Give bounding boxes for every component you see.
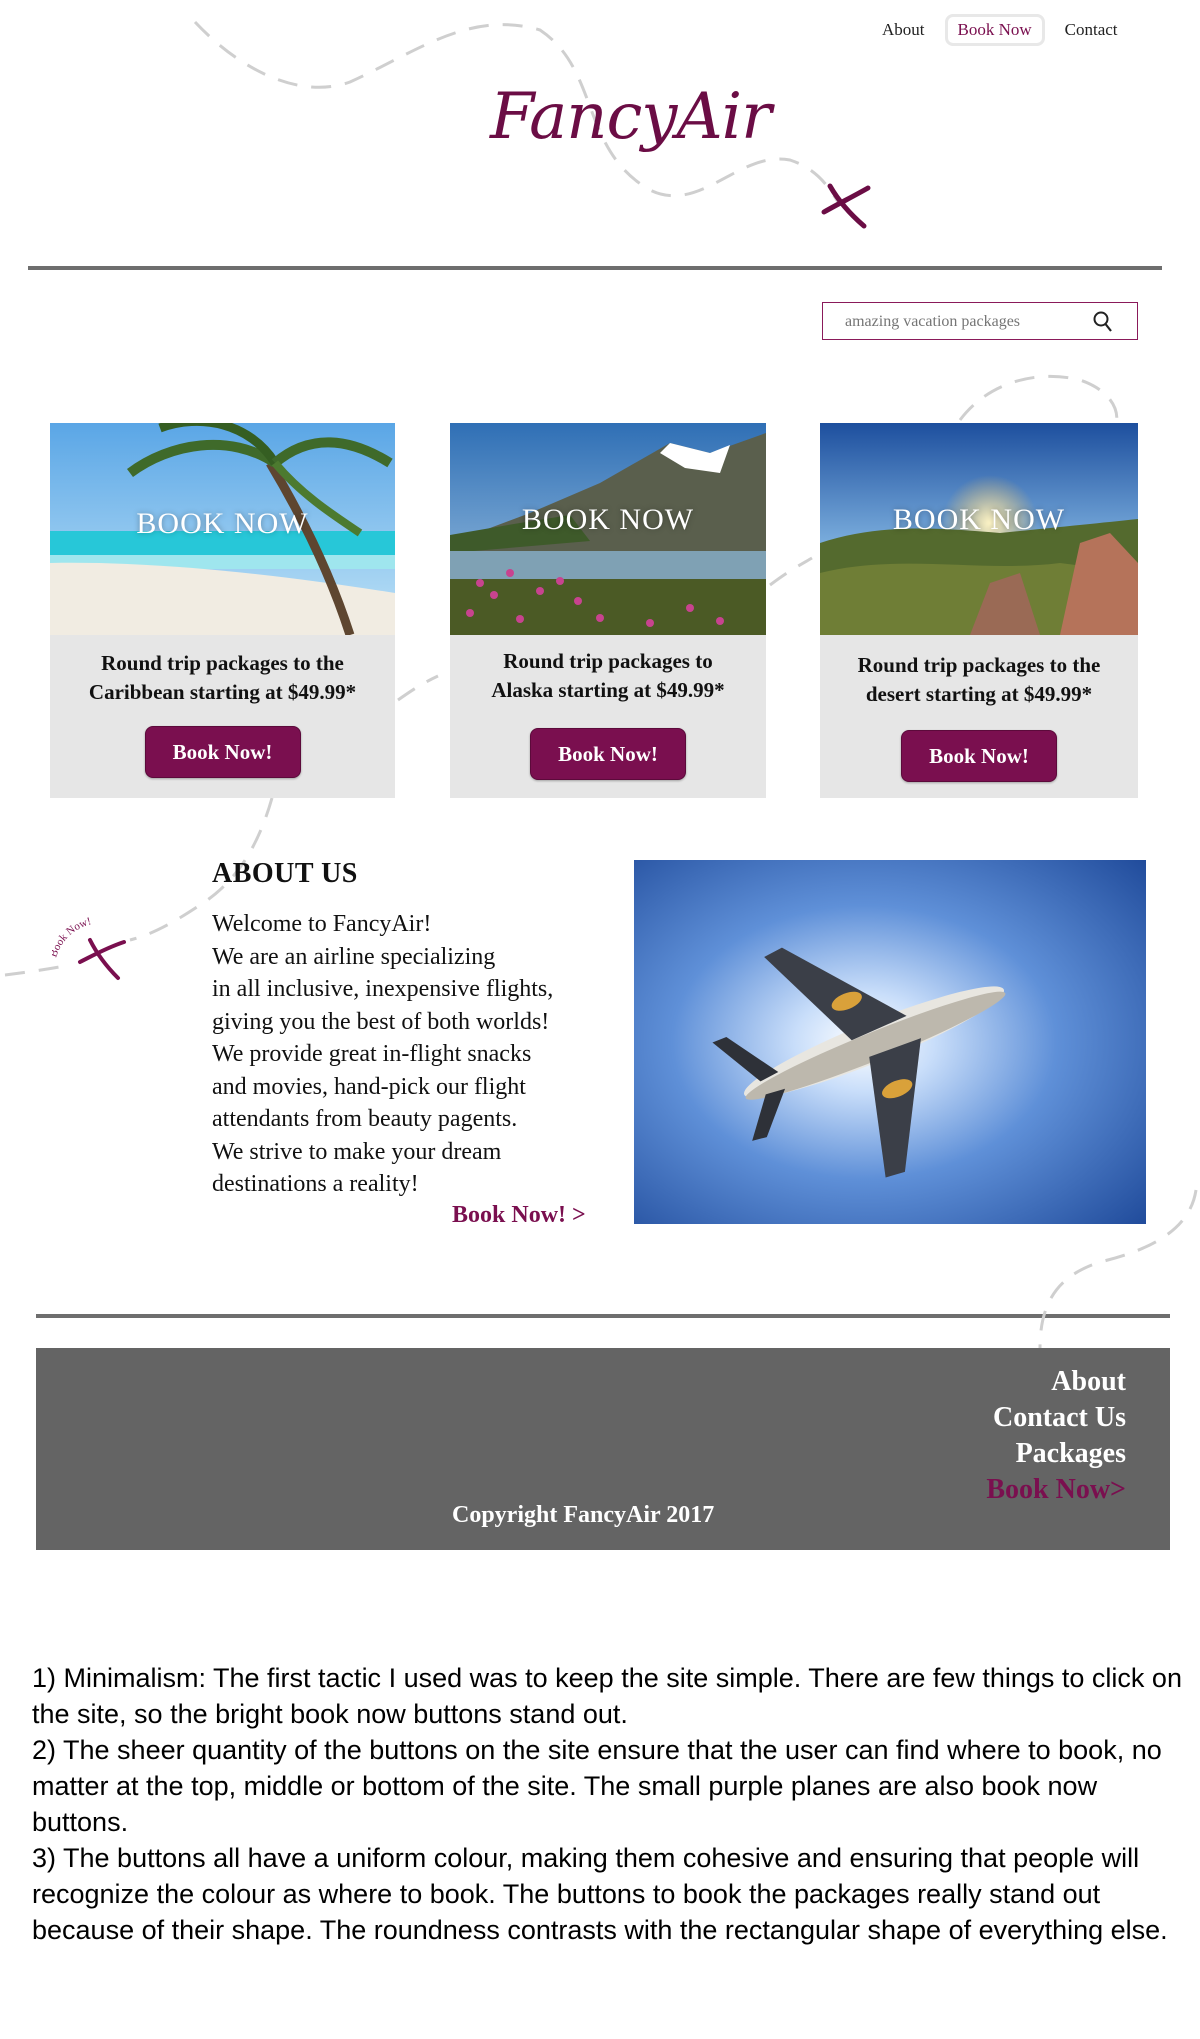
footer-divider: [36, 1314, 1170, 1318]
package-overlay-label[interactable]: BOOK NOW: [50, 507, 395, 541]
footer-links: About Contact Us Packages Book Now>: [986, 1364, 1126, 1508]
about-us-text: Welcome to FancyAir! We are an airline s…: [212, 911, 554, 1197]
package-card-caribbean: BOOK NOW Round trip packages to the Cari…: [50, 423, 395, 798]
package-overlay-label[interactable]: BOOK NOW: [450, 503, 766, 537]
about-us-heading: ABOUT US: [212, 858, 358, 889]
package-description: Round trip packages to the Caribbean sta…: [88, 651, 357, 704]
package-card-desert: BOOK NOW Round trip packages to the dese…: [820, 423, 1138, 798]
desert-book-now-button[interactable]: Book Now!: [901, 730, 1057, 782]
design-notes: 1) Minimalism: The first tactic I used w…: [32, 1660, 1182, 1948]
top-nav: About Book Now Contact: [868, 14, 1132, 46]
about-book-now-link[interactable]: Book Now! >: [452, 1202, 586, 1229]
note-3: 3) The buttons all have a uniform colour…: [32, 1843, 1168, 1945]
alaska-book-now-button[interactable]: Book Now!: [530, 728, 686, 780]
airplane-photo: [634, 860, 1146, 1224]
logo[interactable]: FancyAir: [490, 80, 772, 154]
footer-packages-link[interactable]: Packages: [986, 1436, 1126, 1472]
copyright-text: Copyright FancyAir 2017: [452, 1502, 715, 1528]
nav-about-link[interactable]: About: [868, 14, 939, 46]
package-card-alaska: BOOK NOW Round trip packages to Alaska s…: [450, 423, 766, 798]
note-1: 1) Minimalism: The first tactic I used w…: [32, 1663, 1182, 1729]
search-box: [822, 302, 1138, 340]
search-icon[interactable]: [1093, 311, 1113, 338]
header-divider: [28, 266, 1162, 270]
package-overlay-label[interactable]: BOOK NOW: [820, 503, 1138, 537]
package-description: Round trip packages to the desert starti…: [857, 653, 1101, 706]
desert-photo[interactable]: BOOK NOW: [820, 423, 1138, 635]
footer: About Contact Us Packages Book Now> Copy…: [36, 1348, 1170, 1550]
footer-about-link[interactable]: About: [986, 1364, 1126, 1400]
footer-contact-link[interactable]: Contact Us: [986, 1400, 1126, 1436]
caribbean-book-now-button[interactable]: Book Now!: [144, 726, 301, 778]
nav-book-now-button[interactable]: Book Now: [944, 14, 1045, 46]
nav-contact-link[interactable]: Contact: [1051, 14, 1132, 46]
plane-icon[interactable]: [820, 182, 872, 235]
svg-text:Book Now!: Book Now!: [52, 915, 93, 959]
package-description: Round trip packages to Alaska starting a…: [491, 649, 725, 702]
alaska-photo[interactable]: BOOK NOW: [450, 423, 766, 635]
footer-book-now-link[interactable]: Book Now>: [986, 1472, 1126, 1508]
small-plane-book-now-button[interactable]: Book Now!: [47, 912, 132, 989]
note-2: 2) The sheer quantity of the buttons on …: [32, 1735, 1162, 1837]
search-input[interactable]: [843, 309, 1087, 335]
small-plane-label: Book Now!: [47, 915, 92, 959]
caribbean-photo[interactable]: BOOK NOW: [50, 423, 395, 635]
